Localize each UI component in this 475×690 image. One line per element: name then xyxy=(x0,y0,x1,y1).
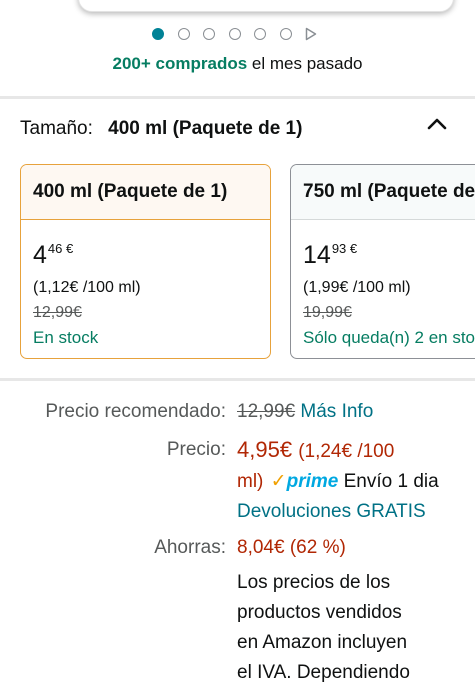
size-option-availability: Sólo queda(n) 2 en stock xyxy=(303,328,475,347)
purchase-period: el mes pasado xyxy=(251,54,363,73)
savings-label: Ahorras: xyxy=(154,537,226,558)
size-selected-value: 400 ml (Paquete de 1) xyxy=(108,118,303,139)
price-line-1: 4,95€ (1,24€ /100 xyxy=(237,437,394,463)
price-label: Precio: xyxy=(166,439,226,460)
carousel-dot-6[interactable] xyxy=(279,28,292,40)
prime-logo: prime xyxy=(286,471,339,492)
carousel-dot-5[interactable] xyxy=(254,28,266,40)
prime-check-icon: ✓ xyxy=(270,471,287,492)
price-line-2: ml) ✓prime Envío 1 dia xyxy=(237,470,439,493)
size-option-unit-price: (1,99€ /100 ml) xyxy=(303,279,411,296)
carousel-dot-3[interactable] xyxy=(203,28,215,40)
video-play-icon[interactable] xyxy=(305,27,317,41)
chevron-up-icon[interactable] xyxy=(426,116,448,132)
carousel-dot-2[interactable] xyxy=(177,28,190,40)
size-option-list-price: 19,99€ xyxy=(303,304,352,321)
size-option-list-price: 12,99€ xyxy=(33,304,82,321)
product-image-area xyxy=(0,0,475,22)
size-option-title: 750 ml (Paquete de 1) xyxy=(291,165,475,220)
image-carousel-dots xyxy=(152,27,317,41)
savings-value: 8,04€ (62 %) xyxy=(237,537,346,558)
size-option-price: 446 € xyxy=(33,241,74,269)
free-returns-link[interactable]: Devoluciones GRATIS xyxy=(237,501,426,523)
vat-notice: Los precios de los productos vendidos en… xyxy=(237,572,410,683)
purchase-count: 200+ comprados xyxy=(112,54,248,73)
size-option-title: 400 ml (Paquete de 1) xyxy=(21,165,270,220)
size-option-price: 1493 € xyxy=(303,241,358,269)
carousel-dot-4[interactable] xyxy=(228,28,241,40)
size-option-unit-price: (1,12€ /100 ml) xyxy=(33,279,141,296)
more-info-link[interactable]: Más Info xyxy=(300,401,373,422)
size-option-400ml[interactable]: 400 ml (Paquete de 1) 446 € (1,12€ /100 … xyxy=(20,164,271,359)
rrp-value: 12,99€ xyxy=(237,401,296,422)
rrp-label: Precio recomendado: xyxy=(45,401,226,422)
price-unit-end: ml) xyxy=(237,471,264,492)
size-option-availability: En stock xyxy=(33,328,99,347)
rrp-row: 12,99€ Más Info xyxy=(237,401,373,423)
price-value: 4,95€ xyxy=(237,437,293,462)
price-unit: (1,24€ /100 xyxy=(298,441,395,462)
size-option-750ml[interactable]: 750 ml (Paquete de 1) 1493 € (1,99€ /100… xyxy=(290,164,475,359)
section-divider xyxy=(0,378,475,381)
size-label: Tamaño: xyxy=(20,118,93,139)
section-divider xyxy=(0,96,475,99)
carousel-dot-1[interactable] xyxy=(152,28,164,40)
size-selector-header[interactable]: Tamaño: 400 ml (Paquete de 1) xyxy=(20,118,302,140)
product-image-card[interactable] xyxy=(78,0,454,12)
delivery-text: Envío 1 dia xyxy=(343,471,439,492)
social-proof: 200+ comprados el mes pasado xyxy=(0,54,475,74)
